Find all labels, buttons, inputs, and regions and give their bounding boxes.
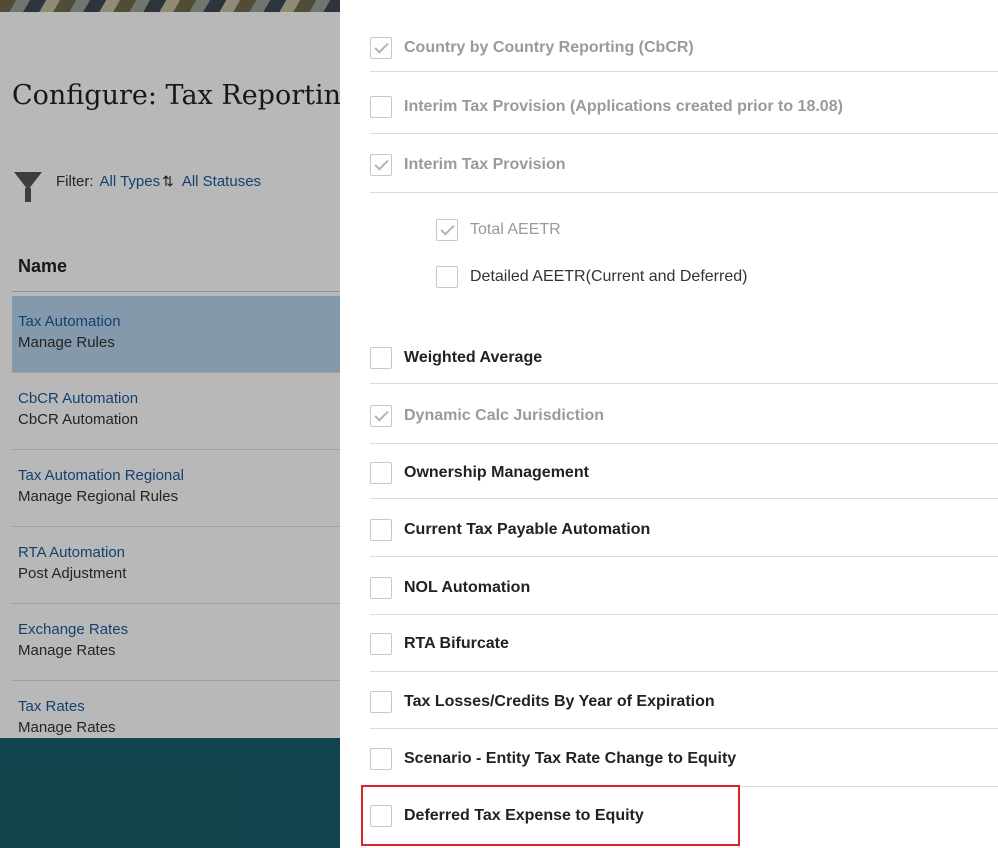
option-detailed-aeetr[interactable]: Detailed AEETR(Current and Deferred) bbox=[436, 263, 998, 291]
option-checkbox[interactable] bbox=[370, 96, 392, 118]
option-checkbox[interactable] bbox=[370, 461, 392, 484]
option-checkbox[interactable] bbox=[370, 690, 392, 713]
option-interim-tax-provision-legacy[interactable]: Interim Tax Provision (Applications crea… bbox=[370, 81, 998, 134]
option-checkbox[interactable] bbox=[370, 576, 392, 599]
option-label: Deferred Tax Expense to Equity bbox=[404, 807, 644, 824]
option-interim-tax-provision[interactable]: Interim Tax Provision bbox=[370, 138, 998, 193]
option-checkbox[interactable] bbox=[370, 633, 392, 655]
option-label: Dynamic Calc Jurisdiction bbox=[404, 406, 605, 424]
option-label: Weighted Average bbox=[404, 349, 543, 366]
option-dynamic-calc-jurisdiction[interactable]: Dynamic Calc Jurisdiction bbox=[370, 388, 998, 444]
option-label: Country by Country Reporting (CbCR) bbox=[404, 38, 694, 56]
feature-options-panel: Country by Country Reporting (CbCR) Inte… bbox=[340, 0, 998, 848]
option-checkbox[interactable] bbox=[370, 404, 392, 427]
option-total-aeetr[interactable]: Total AEETR bbox=[436, 216, 998, 244]
option-label: NOL Automation bbox=[404, 578, 531, 596]
option-checkbox[interactable] bbox=[436, 219, 458, 241]
option-checkbox[interactable] bbox=[370, 347, 392, 369]
option-label: Total AEETR bbox=[470, 221, 561, 238]
option-label: Interim Tax Provision bbox=[404, 156, 566, 173]
option-checkbox[interactable] bbox=[370, 154, 392, 176]
option-label: RTA Bifurcate bbox=[404, 635, 509, 652]
option-checkbox[interactable] bbox=[436, 266, 458, 288]
option-tax-losses-credits-by-expiration[interactable]: Tax Losses/Credits By Year of Expiration bbox=[370, 675, 998, 729]
background-page: Configure: Tax Reporting Filter: All Typ… bbox=[0, 0, 340, 848]
option-deferred-tax-expense-to-equity[interactable]: Deferred Tax Expense to Equity bbox=[370, 791, 998, 841]
option-current-tax-payable-automation[interactable]: Current Tax Payable Automation bbox=[370, 503, 998, 557]
option-label: Ownership Management bbox=[404, 463, 589, 481]
option-label: Scenario - Entity Tax Rate Change to Equ… bbox=[404, 750, 737, 767]
option-weighted-average[interactable]: Weighted Average bbox=[370, 333, 998, 384]
option-scenario-entity-tax-rate-change[interactable]: Scenario - Entity Tax Rate Change to Equ… bbox=[370, 732, 998, 787]
option-rta-bifurcate[interactable]: RTA Bifurcate bbox=[370, 617, 998, 672]
option-label: Interim Tax Provision (Applications crea… bbox=[404, 98, 843, 115]
option-checkbox[interactable] bbox=[370, 518, 392, 541]
option-checkbox[interactable] bbox=[370, 36, 392, 59]
modal-overlay[interactable] bbox=[0, 0, 340, 848]
option-label: Detailed AEETR(Current and Deferred) bbox=[470, 268, 748, 285]
option-cbcr[interactable]: Country by Country Reporting (CbCR) bbox=[370, 24, 998, 72]
option-ownership-management[interactable]: Ownership Management bbox=[370, 447, 998, 499]
option-checkbox[interactable] bbox=[370, 748, 392, 770]
option-nol-automation[interactable]: NOL Automation bbox=[370, 561, 998, 615]
option-checkbox[interactable] bbox=[370, 805, 392, 827]
option-label: Current Tax Payable Automation bbox=[404, 520, 651, 538]
option-label: Tax Losses/Credits By Year of Expiration bbox=[404, 692, 715, 710]
